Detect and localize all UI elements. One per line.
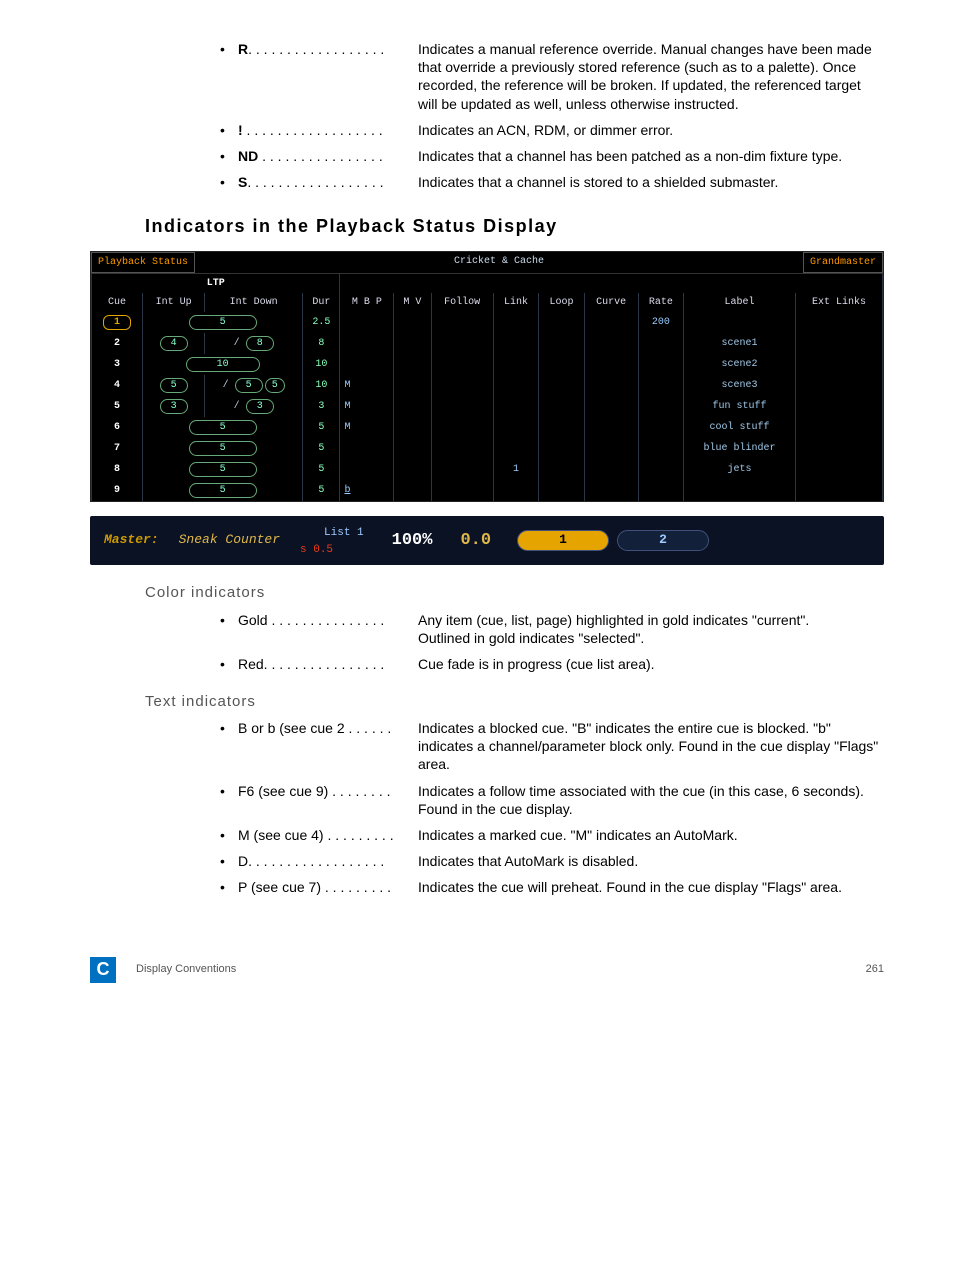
definition-row: •M (see cue 4) . . . . . . . . .Indicate… (220, 826, 884, 844)
countdown: s 0.5 (300, 544, 333, 556)
definition-row: •S. . . . . . . . . . . . . . . . . .Ind… (220, 173, 884, 191)
section-heading: Indicators in the Playback Status Displa… (145, 215, 884, 238)
table-row: 45/ 5510Mscene3 (92, 375, 883, 396)
sneak-counter: Sneak Counter (179, 532, 280, 549)
top-definition-list: •R. . . . . . . . . . . . . . . . . .Ind… (220, 40, 884, 191)
appendix-letter: C (90, 957, 116, 983)
table-row: 31010scene2 (92, 354, 883, 375)
color-definition-list: •Gold . . . . . . . . . . . . . . .Any i… (220, 611, 884, 674)
definition-row: •D. . . . . . . . . . . . . . . . . .Ind… (220, 852, 884, 870)
fader-2-button[interactable]: 2 (617, 530, 709, 551)
fader-1-button[interactable]: 1 (517, 530, 609, 551)
color-indicators-heading: Color indicators (145, 583, 884, 603)
definition-row: •! . . . . . . . . . . . . . . . . . .In… (220, 121, 884, 139)
playback-status-screenshot: Playback Status Cricket & Cache Grandmas… (90, 251, 884, 566)
text-definition-list: •B or b (see cue 2 . . . . . .Indicates … (220, 719, 884, 897)
grandmaster-label: Grandmaster (803, 252, 883, 273)
definition-row: •R. . . . . . . . . . . . . . . . . .Ind… (220, 40, 884, 113)
page-footer: C Display Conventions 261 (90, 957, 884, 983)
definition-row: •Red. . . . . . . . . . . . . . . .Cue f… (220, 655, 884, 673)
definition-row: •F6 (see cue 9) . . . . . . . .Indicates… (220, 782, 884, 818)
zero-value: 0.0 (460, 530, 491, 552)
table-row: 755blue blinder (92, 438, 883, 459)
table-row: 8551jets (92, 459, 883, 480)
definition-row: •ND . . . . . . . . . . . . . . . .Indic… (220, 147, 884, 165)
table-row: 53/ 33Mfun stuff (92, 396, 883, 417)
show-name: Cricket & Cache (195, 252, 803, 273)
definition-row: •Gold . . . . . . . . . . . . . . .Any i… (220, 611, 884, 647)
text-indicators-heading: Text indicators (145, 692, 884, 712)
table-row: 955b (92, 480, 883, 501)
master-bar: Master: Sneak Counter List 1 s 0.5 100% … (90, 516, 884, 566)
list-label: List 1 (324, 527, 364, 539)
section-name: Display Conventions (136, 962, 236, 976)
master-label: Master: (104, 532, 159, 549)
table-row: 655Mcool stuff (92, 417, 883, 438)
page-number: 261 (866, 962, 884, 976)
cue-table: LTP CueInt UpInt DownDurM B PM VFollowLi… (91, 274, 883, 501)
table-row: 24/ 88scene1 (92, 333, 883, 354)
playback-status-label: Playback Status (91, 252, 195, 273)
definition-row: •P (see cue 7) . . . . . . . . .Indicate… (220, 878, 884, 896)
definition-row: •B or b (see cue 2 . . . . . .Indicates … (220, 719, 884, 774)
table-row: 152.5200 (92, 312, 883, 333)
percent: 100% (392, 530, 433, 552)
